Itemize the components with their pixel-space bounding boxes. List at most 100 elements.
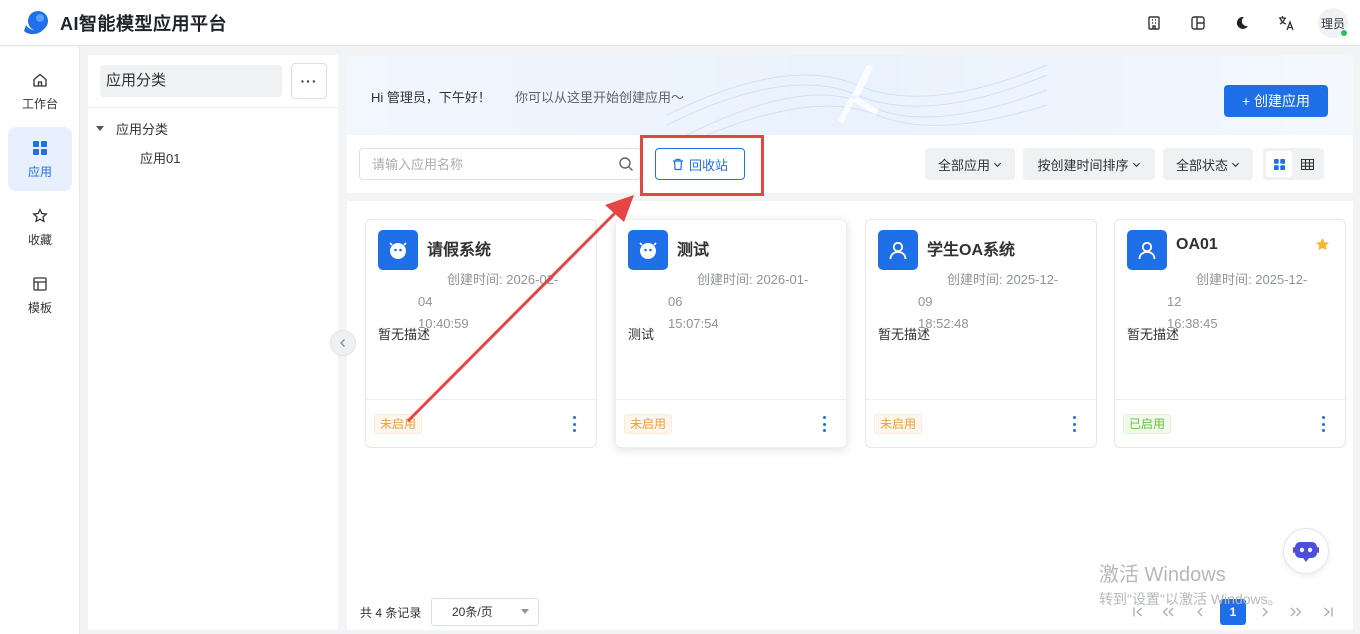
card-description: 暂无描述 bbox=[1127, 327, 1180, 342]
create-app-button[interactable]: + 创建应用 bbox=[1224, 85, 1328, 117]
table-icon bbox=[1300, 158, 1314, 170]
filter-label: 全部应用 bbox=[937, 157, 990, 173]
card-title: OA01 bbox=[1176, 236, 1218, 253]
status-badge: 未启用 bbox=[874, 414, 923, 434]
divider bbox=[616, 399, 846, 400]
watermark-subtitle: 转到"设置"以激活 Windows。 bbox=[1099, 591, 1282, 607]
layout-icon[interactable] bbox=[1188, 13, 1208, 33]
card-created-time: 创建时间: 2026-01-06 15:07:54 bbox=[668, 269, 818, 335]
search-icon[interactable] bbox=[618, 156, 634, 172]
search-box bbox=[359, 148, 641, 180]
filter-label: 按创建时间排序 bbox=[1037, 157, 1129, 173]
star-filled-icon[interactable] bbox=[1315, 237, 1330, 252]
nav-item-workbench[interactable]: 工作台 bbox=[8, 59, 72, 123]
last-page-icon[interactable] bbox=[1322, 605, 1334, 621]
filter-sort-by-time[interactable]: 按创建时间排序 bbox=[1023, 148, 1155, 180]
brand[interactable]: AI智能模型应用平台 bbox=[22, 9, 227, 37]
card-time-date: 创建时间: 2026-01-06 bbox=[668, 272, 809, 309]
greeting-subtitle: 你可以从这里开始创建应用～ bbox=[515, 90, 685, 105]
collapse-panel-button[interactable] bbox=[330, 330, 356, 356]
card-created-time: 创建时间: 2025-12-09 18:52:48 bbox=[918, 269, 1068, 335]
nav-item-apps[interactable]: 应用 bbox=[8, 127, 72, 191]
app-title: AI智能模型应用平台 bbox=[60, 13, 227, 34]
card-created-time: 创建时间: 2025-12-12 16:38:45 bbox=[1167, 269, 1317, 335]
greeting-text: Hi 管理员，下午好！ bbox=[371, 90, 491, 105]
nav-item-templates[interactable]: 模板 bbox=[8, 263, 72, 327]
card-view-button[interactable] bbox=[1266, 151, 1292, 177]
category-panel: 应用分类 ··· 应用分类 应用01 bbox=[88, 55, 338, 630]
annotation-highlight-box bbox=[640, 135, 764, 196]
translate-icon[interactable] bbox=[1276, 13, 1296, 33]
brand-logo-icon bbox=[22, 9, 50, 37]
chatbot-icon bbox=[1293, 542, 1319, 562]
nav-label: 应用 bbox=[27, 164, 52, 179]
chevron-down-icon bbox=[993, 162, 1002, 167]
filter-all-apps[interactable]: 全部应用 bbox=[925, 148, 1015, 180]
card-title: 学生OA系统 bbox=[927, 242, 1016, 259]
chevron-down-icon bbox=[1231, 162, 1240, 167]
nav-label: 收藏 bbox=[27, 232, 52, 247]
card-description: 测试 bbox=[628, 327, 655, 342]
card-title: 测试 bbox=[677, 242, 710, 259]
grid-icon bbox=[1273, 158, 1285, 170]
chevron-down-icon bbox=[1132, 162, 1140, 167]
more-vertical-icon[interactable] bbox=[1070, 416, 1078, 432]
next-group-icon[interactable] bbox=[1289, 605, 1303, 621]
nav-label: 工作台 bbox=[21, 96, 58, 111]
robot-icon bbox=[628, 230, 668, 270]
card-time-clock: 18:52:48 bbox=[918, 316, 969, 331]
card-time-clock: 15:07:54 bbox=[668, 316, 719, 331]
robot-icon bbox=[378, 230, 418, 270]
search-input[interactable] bbox=[372, 149, 612, 179]
banner-decoration bbox=[667, 64, 1047, 135]
category-title: 应用分类 bbox=[100, 65, 282, 97]
divider bbox=[866, 399, 1096, 400]
app-card[interactable]: 请假系统 创建时间: 2026-02-04 10:40:59 暂无描述 未启用 bbox=[365, 219, 597, 448]
app-card[interactable]: OA01 创建时间: 2025-12-12 16:38:45 暂无描述 已启用 bbox=[1114, 219, 1346, 448]
top-header: AI智能模型应用平台 理员 bbox=[0, 0, 1360, 46]
building-icon[interactable] bbox=[1144, 13, 1164, 33]
left-nav: 工作台 应用 收藏 模板 bbox=[0, 47, 80, 634]
avatar[interactable]: 理员 bbox=[1318, 8, 1348, 38]
nav-label: 模板 bbox=[27, 300, 52, 315]
tree-node-child[interactable]: 应用01 bbox=[140, 148, 180, 167]
tree-node-root[interactable]: 应用分类 bbox=[96, 119, 168, 138]
toolbar: 回收站 全部应用 按创建时间排序 全部状态 bbox=[347, 135, 1353, 193]
welcome-banner: Hi 管理员，下午好！ 你可以从这里开始创建应用～ + 创建应用 bbox=[347, 55, 1353, 135]
more-vertical-icon[interactable] bbox=[570, 416, 578, 432]
status-badge: 已启用 bbox=[1123, 414, 1172, 434]
status-badge: 未启用 bbox=[624, 414, 673, 434]
moon-icon[interactable] bbox=[1232, 13, 1252, 33]
caret-down-icon bbox=[521, 609, 529, 614]
divider bbox=[88, 107, 338, 108]
more-vertical-icon[interactable] bbox=[1319, 416, 1327, 432]
card-description: 暂无描述 bbox=[378, 327, 431, 342]
status-badge: 未启用 bbox=[374, 414, 423, 434]
assistant-bot-button[interactable] bbox=[1283, 528, 1329, 574]
card-time-date: 创建时间: 2026-02-04 bbox=[418, 272, 559, 309]
star-icon bbox=[31, 207, 49, 225]
table-view-button[interactable] bbox=[1294, 151, 1320, 177]
card-time-date: 创建时间: 2025-12-09 bbox=[918, 272, 1059, 309]
card-created-time: 创建时间: 2026-02-04 10:40:59 bbox=[418, 269, 568, 335]
card-time-clock: 10:40:59 bbox=[418, 316, 469, 331]
caret-down-icon[interactable] bbox=[96, 126, 104, 131]
user-icon bbox=[1127, 230, 1167, 270]
app-card[interactable]: 学生OA系统 创建时间: 2025-12-09 18:52:48 暂无描述 未启… bbox=[865, 219, 1097, 448]
user-icon bbox=[878, 230, 918, 270]
card-time-date: 创建时间: 2025-12-12 bbox=[1167, 272, 1308, 309]
more-vertical-icon[interactable] bbox=[820, 416, 828, 432]
watermark-title: 激活 Windows bbox=[1099, 564, 1226, 586]
app-card[interactable]: 测试 创建时间: 2026-01-06 15:07:54 测试 未启用 bbox=[615, 219, 847, 448]
card-time-clock: 16:38:45 bbox=[1167, 316, 1218, 331]
card-description: 暂无描述 bbox=[878, 327, 931, 342]
windows-activation-watermark: 激活 Windows 转到"设置"以激活 Windows。 bbox=[1099, 558, 1282, 609]
home-icon bbox=[31, 71, 49, 89]
template-icon bbox=[31, 275, 49, 293]
nav-item-favorites[interactable]: 收藏 bbox=[8, 195, 72, 259]
category-more-button[interactable]: ··· bbox=[291, 63, 327, 99]
page-size-select[interactable]: 20条/页 bbox=[431, 598, 539, 626]
online-status-dot bbox=[1340, 29, 1348, 37]
filter-all-status[interactable]: 全部状态 bbox=[1163, 148, 1253, 180]
divider bbox=[1115, 399, 1345, 400]
